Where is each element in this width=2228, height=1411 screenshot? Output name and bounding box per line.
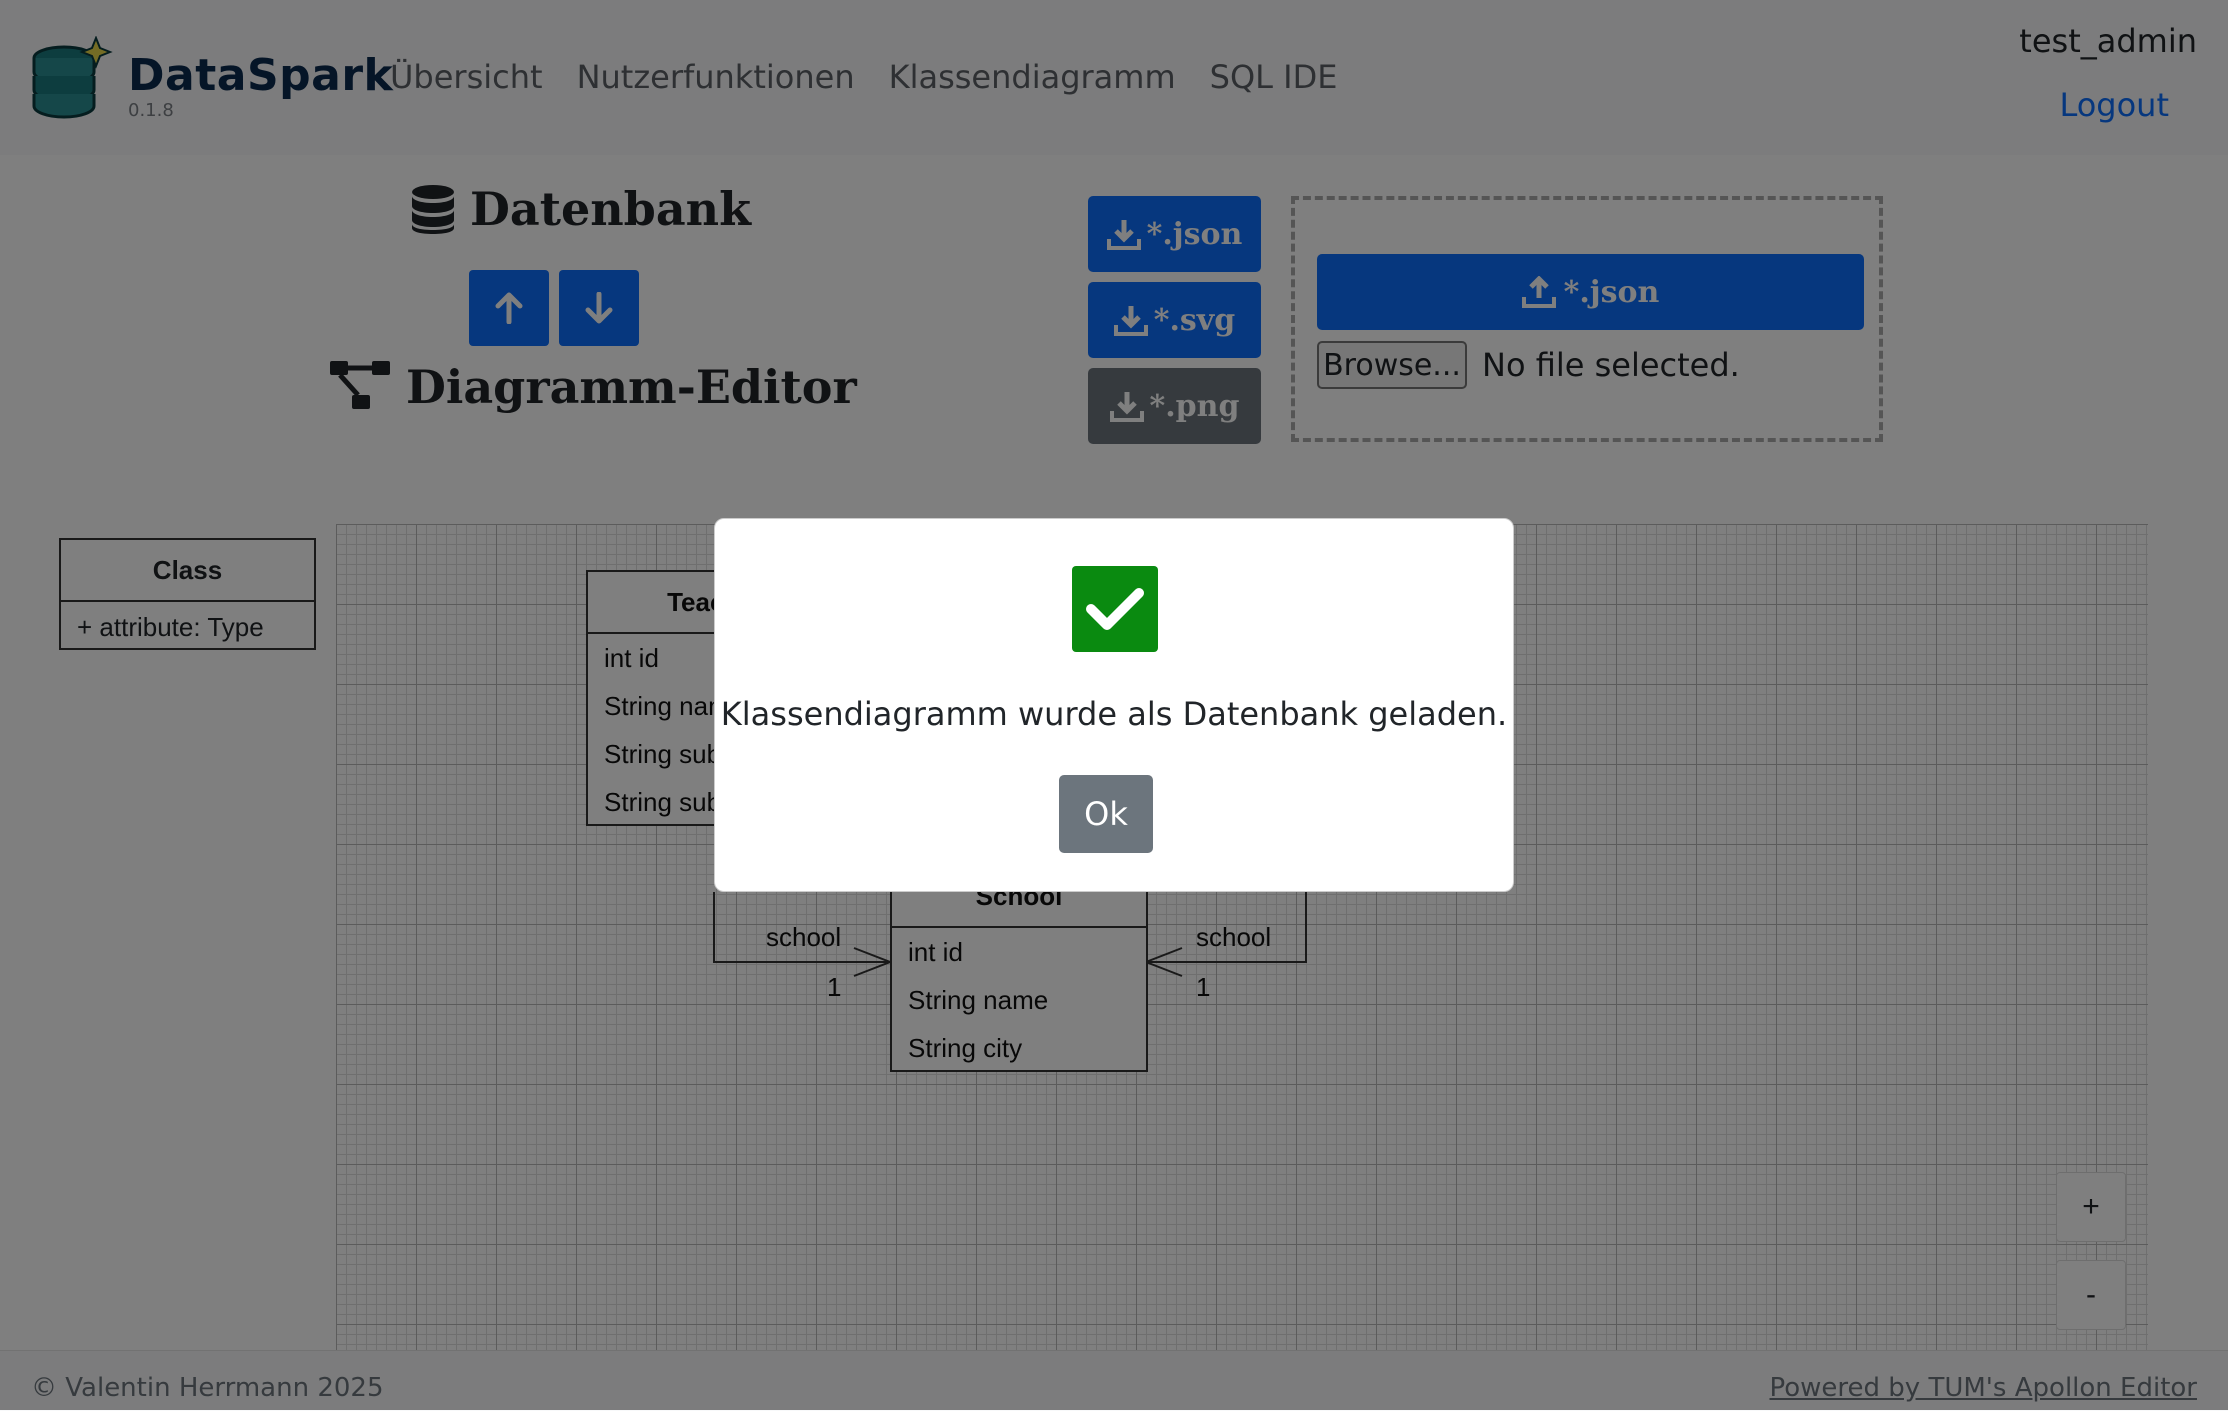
checkmark-icon <box>1072 566 1158 652</box>
success-modal: Klassendiagramm wurde als Datenbank gela… <box>714 518 1514 892</box>
ok-button[interactable]: Ok <box>1059 775 1153 853</box>
modal-message: Klassendiagramm wurde als Datenbank gela… <box>720 695 1508 733</box>
